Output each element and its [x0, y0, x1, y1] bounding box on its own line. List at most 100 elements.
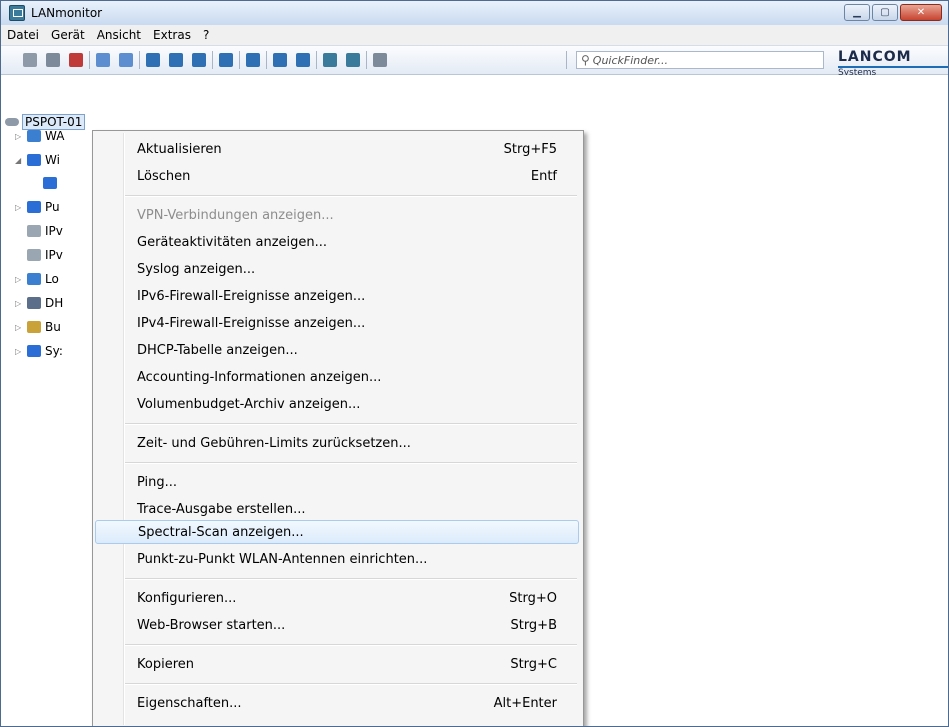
context-menu-item[interactable]: Konfigurieren... Strg+O — [95, 586, 579, 610]
tree-item-label: Lo — [45, 272, 59, 286]
toolbar-separator — [566, 51, 567, 69]
firewall-icon — [27, 249, 41, 261]
lancom-logo: LANCOM Systems — [838, 49, 948, 78]
context-menu-item[interactable]: Volumenbudget-Archiv anzeigen... — [95, 392, 579, 416]
table-icon[interactable] — [169, 53, 183, 67]
menu-item-label: Löschen — [137, 168, 191, 184]
remove-device-icon[interactable] — [69, 53, 83, 67]
collapse-icon[interactable] — [96, 53, 110, 67]
expand-arrow-icon[interactable]: ◢ — [15, 156, 23, 165]
info-icon — [27, 345, 41, 357]
lock-icon[interactable] — [192, 53, 206, 67]
context-menu: Aktualisieren Strg+F5 Löschen Entf VPN-Verbi… — [92, 130, 584, 726]
expand-arrow-icon[interactable]: ▷ — [15, 347, 23, 356]
tree-item[interactable]: ▷ Sy: — [15, 341, 63, 361]
menu-help[interactable]: ? — [197, 28, 215, 42]
tree-item[interactable] — [31, 173, 61, 193]
context-menu-item[interactable]: Trace-Ausgabe erstellen... — [95, 497, 579, 521]
context-menu-item[interactable]: Ping... — [95, 470, 579, 494]
menu-item-label: Konfigurieren... — [137, 590, 237, 606]
menu-item-shortcut: Strg+B — [510, 617, 557, 633]
budget-icon — [27, 321, 41, 333]
zoom-icon[interactable] — [273, 53, 287, 67]
maximize-button[interactable]: ▢ — [872, 4, 898, 21]
menu-geraet[interactable]: Gerät — [45, 28, 91, 42]
toolbar-separator — [266, 51, 267, 69]
quickfinder-input[interactable]: ⚲ QuickFinder... — [576, 51, 824, 69]
context-menu-item[interactable]: Löschen Entf — [95, 164, 579, 188]
context-menu-item[interactable]: DHCP-Tabelle anzeigen... — [95, 338, 579, 362]
tree-item[interactable]: ▷ Pu — [15, 197, 60, 217]
graph-icon[interactable] — [296, 53, 310, 67]
close-button[interactable]: ✕ — [900, 4, 942, 21]
context-menu-item[interactable]: Punkt-zu-Punkt WLAN-Antennen einrichten.… — [95, 547, 579, 571]
menu-item-label: Zeit- und Gebühren-Limits zurücksetzen..… — [137, 435, 411, 451]
menu-item-shortcut: Strg+O — [509, 590, 557, 606]
expand-arrow-icon[interactable]: ▷ — [15, 275, 23, 284]
menu-separator — [125, 195, 577, 197]
context-menu-item[interactable]: Accounting-Informationen anzeigen... — [95, 365, 579, 389]
menu-item-label: Spectral-Scan anzeigen... — [138, 524, 304, 540]
menu-item-label: Geräteaktivitäten anzeigen... — [137, 234, 328, 250]
menu-item-label: Eigenschaften... — [137, 695, 242, 711]
menu-ansicht[interactable]: Ansicht — [91, 28, 147, 42]
toolbar-separator — [139, 51, 140, 69]
expand-arrow-icon[interactable]: ▷ — [15, 132, 23, 141]
context-menu-item[interactable]: Eigenschaften... Alt+Enter — [95, 691, 579, 715]
tree-item[interactable]: ▷ Bu — [15, 317, 61, 337]
window-title: LANmonitor — [31, 6, 103, 20]
tools-icon[interactable] — [373, 53, 387, 67]
title-bar[interactable]: LANmonitor ▁ ▢ ✕ — [1, 1, 948, 25]
context-menu-item[interactable]: Geräteaktivitäten anzeigen... — [95, 230, 579, 254]
menu-separator — [125, 462, 577, 464]
menu-item-label: Punkt-zu-Punkt WLAN-Antennen einrichten.… — [137, 551, 428, 567]
menu-item-shortcut: Alt+Enter — [493, 695, 557, 711]
menu-separator — [125, 423, 577, 425]
search-device-icon[interactable] — [46, 53, 60, 67]
logo-text: LANCOM — [838, 49, 912, 65]
monitor-icon[interactable] — [323, 53, 337, 67]
network-icon — [27, 273, 41, 285]
menu-item-shortcut: Strg+F5 — [503, 141, 557, 157]
context-menu-item[interactable]: Web-Browser starten... Strg+B — [95, 613, 579, 637]
expand-arrow-icon[interactable]: ▷ — [15, 203, 23, 212]
connect-icon[interactable] — [23, 53, 37, 67]
context-menu-item[interactable]: IPv6-Firewall-Ereignisse anzeigen... — [95, 284, 579, 308]
menu-separator — [125, 578, 577, 580]
list-icon[interactable] — [219, 53, 233, 67]
network-icon — [27, 130, 41, 142]
context-menu-item[interactable]: IPv4-Firewall-Ereignisse anzeigen... — [95, 311, 579, 335]
tree-item[interactable]: ▷ Lo — [15, 269, 59, 289]
dhcp-server-icon — [27, 297, 41, 309]
router-icon — [5, 117, 19, 126]
wifi-small-icon — [43, 177, 57, 189]
context-menu-item[interactable]: Aktualisieren Strg+F5 — [95, 137, 579, 161]
chart-icon[interactable] — [246, 53, 260, 67]
context-menu-item[interactable]: Spectral-Scan anzeigen... — [95, 520, 579, 544]
expand-icon[interactable] — [119, 53, 133, 67]
menu-separator — [125, 683, 577, 685]
activity-icon[interactable] — [146, 53, 160, 67]
menu-item-shortcut: Entf — [530, 168, 557, 184]
tree-item[interactable]: ▷ DH — [15, 293, 63, 313]
context-menu-item[interactable]: Syslog anzeigen... — [95, 257, 579, 281]
tree-item-label: IPv — [45, 248, 63, 262]
context-menu-item[interactable]: Zeit- und Gebühren-Limits zurücksetzen..… — [95, 431, 579, 455]
tree-item[interactable]: ▷ WA — [15, 126, 64, 146]
lanmonitor-app-icon — [9, 5, 25, 21]
menu-extras[interactable]: Extras — [147, 28, 197, 42]
tree-item[interactable]: IPv — [15, 221, 63, 241]
tree-item[interactable]: ◢ Wi — [15, 150, 60, 170]
tree-item-label: Pu — [45, 200, 60, 214]
toolbar-separator — [316, 51, 317, 69]
wireless-icon[interactable] — [346, 53, 360, 67]
minimize-button[interactable]: ▁ — [844, 4, 870, 21]
wifi-icon — [27, 154, 41, 166]
tree-item-label: WA — [45, 129, 65, 143]
menu-datei[interactable]: Datei — [1, 28, 45, 42]
firewall-icon — [27, 225, 41, 237]
expand-arrow-icon[interactable]: ▷ — [15, 323, 23, 332]
expand-arrow-icon[interactable]: ▷ — [15, 299, 23, 308]
tree-item[interactable]: IPv — [15, 245, 63, 265]
context-menu-item[interactable]: Kopieren Strg+C — [95, 652, 579, 676]
